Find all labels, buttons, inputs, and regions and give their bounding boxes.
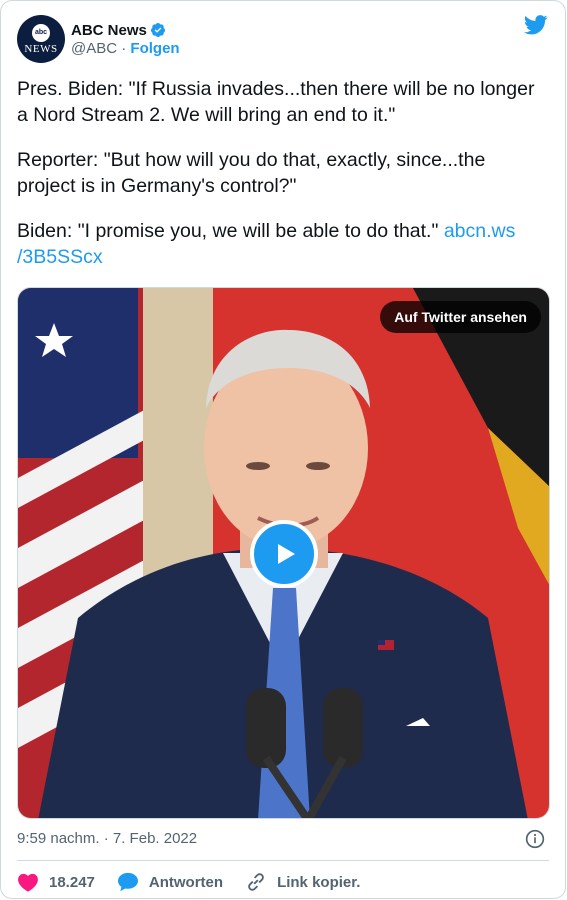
author-name[interactable]: ABC News [71, 22, 147, 39]
author-block: ABC News @ABC · Folgen [71, 22, 180, 57]
avatar-logo-circle: abc [32, 23, 50, 42]
author-handle[interactable]: @ABC [71, 40, 117, 57]
like-button[interactable]: 18.247 [17, 872, 95, 892]
video-thumbnail[interactable]: Auf Twitter ansehen [17, 287, 550, 819]
watch-on-twitter-button[interactable]: Auf Twitter ansehen [380, 301, 541, 333]
divider [17, 860, 549, 861]
tweet-paragraph-2: Reporter: "But how will you do that, exa… [17, 149, 486, 197]
like-count: 18.247 [49, 873, 95, 891]
speech-bubble-icon [117, 872, 138, 892]
follow-button[interactable]: Folgen [130, 40, 179, 57]
tweet-text: Pres. Biden: "If Russia invades...then t… [17, 76, 547, 289]
link-icon [248, 873, 264, 891]
tweet-paragraph-3-text: Biden: "I promise you, we will be able t… [17, 220, 444, 242]
heart-icon [18, 873, 38, 892]
tweet-timestamp[interactable]: 9:59 nachm. · 7. Feb. 2022 [17, 830, 197, 847]
tweet-card: abc NEWS ABC News @ABC · Folgen Pres. Bi… [0, 0, 566, 899]
tweet-paragraph-1: Pres. Biden: "If Russia invades...then t… [17, 78, 535, 126]
play-button[interactable] [250, 520, 318, 588]
copy-link-label: Link kopier. [277, 873, 361, 891]
play-icon [278, 544, 295, 564]
avatar[interactable]: abc NEWS [17, 15, 65, 63]
verified-badge-icon [150, 23, 165, 37]
info-icon[interactable] [525, 829, 545, 849]
tweet-actions: 18.247 Antworten Link kopier. [17, 871, 382, 893]
tweet-header: abc NEWS ABC News @ABC · Folgen [17, 14, 180, 64]
tweet-paragraph-3: Biden: "I promise you, we will be able t… [17, 218, 547, 270]
reply-button[interactable]: Antworten [117, 872, 223, 892]
reply-label: Antworten [148, 873, 224, 891]
twitter-bird-icon[interactable] [524, 15, 548, 35]
copy-link-button[interactable]: Link kopier. [245, 871, 360, 893]
avatar-logo-text: NEWS [24, 42, 58, 55]
separator-dot: · [121, 39, 127, 57]
